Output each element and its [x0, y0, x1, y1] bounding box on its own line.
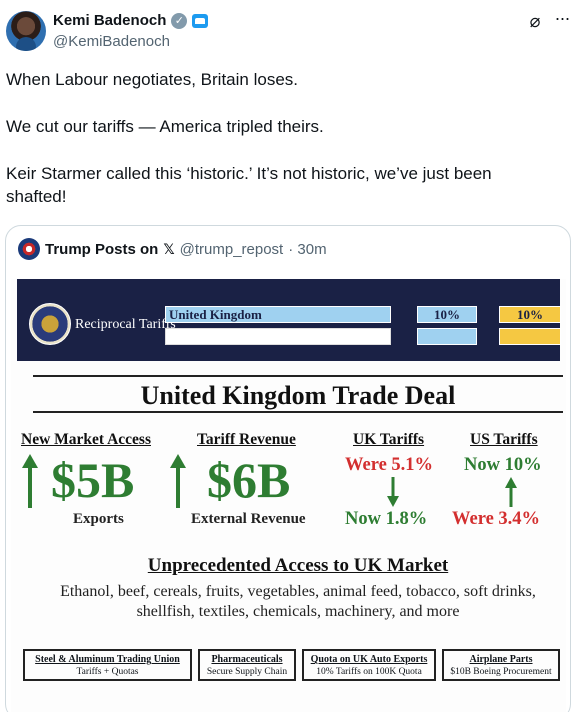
divider: [33, 375, 563, 377]
infographic-image[interactable]: Reciprocal Tariffs United Kingdom 10% 10…: [11, 279, 566, 712]
footer-box-auto: Quota on UK Auto Exports 10% Tariffs on …: [302, 649, 436, 681]
uk-tariffs-now: Now 1.8%: [345, 509, 428, 529]
tweet-line: We cut our tariffs — America tripled the…: [6, 117, 324, 136]
footer-box-pharma: Pharmaceuticals Secure Supply Chain: [198, 649, 296, 681]
revenue-label: External Revenue: [191, 511, 306, 527]
government-affiliate-icon: [192, 13, 209, 28]
quoted-author-avatar[interactable]: [18, 238, 40, 260]
up-arrow-icon: [22, 454, 38, 508]
x-logo-icon: 𝕏: [163, 240, 175, 257]
more-options-icon[interactable]: ···: [552, 8, 572, 28]
tweet-text: When Labour negotiates, Britain loses. W…: [6, 68, 536, 208]
quoted-post-header: Trump Posts on 𝕏 @trump_repost · 30m: [18, 238, 327, 260]
footer-box-title: Steel & Aluminum Trading Union: [35, 654, 180, 665]
us-tariffs-now: Now 10%: [464, 455, 542, 475]
country-box: United Kingdom: [165, 306, 391, 323]
presidential-seal-icon: [29, 303, 71, 345]
grok-icon[interactable]: ⌀: [526, 12, 544, 30]
access-line: shellfish, textiles, chemicals, machiner…: [136, 603, 460, 620]
up-arrow-icon: [505, 477, 517, 507]
banner-label: Reciprocal Tariffs: [75, 317, 176, 332]
access-title: Unprecedented Access to UK Market: [147, 555, 449, 576]
tariff-revenue-heading: Tariff Revenue: [197, 431, 296, 448]
uk-tariffs-were: Were 5.1%: [345, 455, 434, 475]
footer-box-sub: 10% Tariffs on 100K Quota: [316, 667, 422, 677]
down-arrow-icon: [387, 477, 399, 507]
footer-box-steel: Steel & Aluminum Trading Union Tariffs +…: [23, 649, 192, 681]
footer-box-title: Airplane Parts: [469, 654, 533, 665]
blank-box: [165, 328, 391, 345]
reciprocal-tariffs-banner: Reciprocal Tariffs United Kingdom 10% 10…: [17, 279, 561, 361]
uk-tariffs-heading: UK Tariffs: [353, 431, 425, 448]
new-market-access-heading: New Market Access: [21, 431, 151, 448]
author-name[interactable]: Kemi Badenoch: [53, 12, 166, 29]
footer-box-sub: $10B Boeing Procurement: [450, 667, 552, 677]
footer-box-airplane: Airplane Parts $10B Boeing Procurement: [442, 649, 560, 681]
tweet-line: Keir Starmer called this ‘historic.’ It’…: [6, 164, 492, 206]
footer-box-title: Pharmaceuticals: [211, 654, 283, 665]
rate-box-highlight-blank: [499, 328, 561, 345]
divider: [33, 411, 563, 413]
deal-title: United Kingdom Trade Deal: [140, 381, 456, 410]
footer-box-sub: Tariffs + Quotas: [76, 667, 139, 677]
footer-box-sub: Secure Supply Chain: [206, 667, 288, 677]
revenue-value: $6B: [207, 452, 291, 508]
rate-box-highlight: 10%: [499, 306, 561, 323]
exports-value: $5B: [51, 452, 135, 508]
exports-label: Exports: [73, 511, 124, 527]
author-avatar[interactable]: [6, 11, 46, 51]
us-tariffs-heading: US Tariffs: [470, 431, 538, 448]
tweet-line: When Labour negotiates, Britain loses.: [6, 70, 299, 89]
author-name-row: Kemi Badenoch ✓: [53, 12, 209, 29]
author-handle[interactable]: @KemiBadenoch: [53, 33, 170, 50]
us-tariffs-were: Were 3.4%: [452, 509, 541, 529]
quoted-post-time[interactable]: · 30m: [288, 241, 326, 258]
rate-box-blank: [417, 328, 477, 345]
access-body: Ethanol, beef, cereals, fruits, vegetabl…: [33, 582, 563, 622]
access-line: Ethanol, beef, cereals, fruits, vegetabl…: [60, 583, 536, 600]
quoted-author-name[interactable]: Trump Posts on: [45, 241, 158, 258]
footer-box-title: Quota on UK Auto Exports: [310, 654, 428, 665]
up-arrow-icon: [170, 454, 186, 508]
rate-box: 10%: [417, 306, 477, 323]
quoted-post[interactable]: Trump Posts on 𝕏 @trump_repost · 30m Rec…: [5, 225, 571, 712]
verified-badge-icon: ✓: [171, 12, 188, 29]
quoted-author-handle[interactable]: @trump_repost: [180, 241, 284, 258]
